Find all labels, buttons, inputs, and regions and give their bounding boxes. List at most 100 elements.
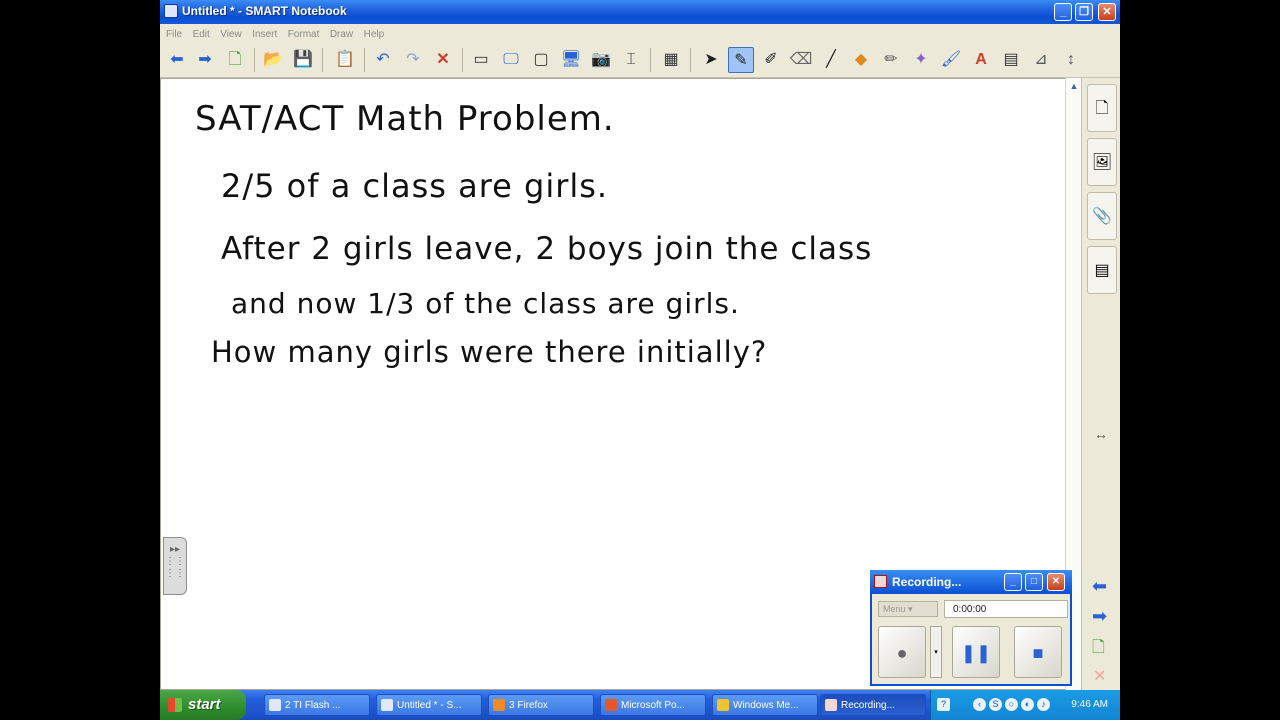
start-button[interactable]: start — [160, 690, 246, 720]
minimize-button[interactable]: _ — [1054, 3, 1072, 21]
toolbar-separator — [322, 48, 323, 72]
record-button[interactable]: ● — [878, 626, 926, 678]
recorder-close-button[interactable]: ✕ — [1047, 573, 1065, 591]
line-icon[interactable]: ╱ — [818, 47, 844, 73]
display-screen-icon[interactable]: 🖥 — [558, 47, 584, 73]
toolbar-separator — [462, 48, 463, 72]
open-folder-icon[interactable]: 📂 — [260, 47, 286, 73]
recorder-minimize-button[interactable]: _ — [1004, 573, 1022, 591]
toolbar-separator — [690, 48, 691, 72]
system-tray: ? ‹ S ○ ◐ ♪ 9:46 AM — [930, 690, 1120, 720]
shape-recognition-pen-icon[interactable]: ✏ — [878, 47, 904, 73]
network-icon[interactable]: ‹ — [973, 698, 986, 711]
page-sorter-tab-icon[interactable]: 🗋 — [1087, 84, 1117, 132]
add-page-icon[interactable]: 🗋 — [222, 47, 248, 73]
recorder-menu-dropdown[interactable]: Menu ▾ — [878, 601, 938, 617]
undo-icon[interactable]: ↶ — [370, 47, 396, 73]
gallery-tab-icon[interactable]: 🖼 — [1087, 138, 1117, 186]
measurement-tools-icon[interactable]: ⊿ — [1028, 47, 1054, 73]
creative-pen-icon[interactable]: ✐ — [758, 47, 784, 73]
tray-icon[interactable]: ○ — [1005, 698, 1018, 711]
notebook-icon — [381, 699, 393, 711]
recorder-menu-label: Menu — [883, 604, 906, 614]
ti-flash-icon — [269, 699, 281, 711]
table-icon[interactable]: ▦ — [658, 47, 684, 73]
tray-icon[interactable]: S — [989, 698, 1002, 711]
redo-icon[interactable]: ↷ — [400, 47, 426, 73]
back-icon[interactable]: ⬅ — [164, 47, 190, 73]
paste-icon[interactable]: 📋 — [332, 47, 358, 73]
transparent-bg-icon[interactable]: ▢ — [528, 47, 554, 73]
taskbar-item[interactable]: Recording... — [820, 694, 926, 716]
smart-notebook-window: Untitled * - SMART Notebook _ ❐ ✕ File E… — [160, 0, 1120, 720]
menu-insert[interactable]: Insert — [252, 26, 277, 40]
menu-file[interactable]: File — [166, 26, 182, 40]
menu-draw[interactable]: Draw — [330, 26, 353, 40]
menu-help[interactable]: Help — [364, 26, 385, 40]
tray-icon[interactable]: ◐ — [1021, 698, 1034, 711]
full-screen-icon[interactable]: 🖵 — [498, 47, 524, 73]
taskbar-item[interactable]: Untitled * - S... — [376, 694, 482, 716]
toolbar-separator — [650, 48, 651, 72]
scroll-up-arrow-icon[interactable]: ▲ — [1067, 79, 1081, 93]
taskbar: start 2 TI Flash ... Untitled * - S... 3… — [160, 690, 1120, 720]
fill-icon[interactable]: 🖌 — [938, 47, 964, 73]
move-sidebar-icon[interactable]: ↔ — [1094, 426, 1108, 442]
attachments-tab-icon[interactable]: 📎 — [1087, 192, 1117, 240]
stop-button[interactable]: ■ — [1014, 626, 1062, 678]
recorder-window: Recording... _ □ ✕ Menu ▾ 0:00:00 ● ▾ ❚❚… — [870, 570, 1072, 686]
toolbar-separator — [254, 48, 255, 72]
taskbar-item[interactable]: Microsoft Po... — [600, 694, 706, 716]
handwritten-line: After 2 girls leave, 2 boys join the cla… — [221, 231, 873, 267]
recorder-taskbar-icon — [825, 699, 837, 711]
delete-page-icon[interactable]: ✕ — [1093, 666, 1106, 686]
shapes-icon[interactable]: ◆ — [848, 47, 874, 73]
delete-icon[interactable]: ✕ — [430, 47, 456, 73]
forward-icon[interactable]: ➡ — [192, 47, 218, 73]
taskbar-item[interactable]: 3 Firefox — [488, 694, 594, 716]
properties-tab-icon[interactable]: ▤ — [1087, 246, 1117, 294]
previous-page-icon[interactable]: ⬅ — [1092, 576, 1107, 597]
properties-icon[interactable]: ▤ — [998, 47, 1024, 73]
eraser-icon[interactable]: ⌫ — [788, 47, 814, 73]
windows-media-icon — [717, 699, 729, 711]
recorder-icon — [874, 575, 887, 588]
handwritten-line: 2/5 of a class are girls. — [221, 167, 609, 205]
taskbar-item-label: Untitled * - S... — [397, 700, 462, 711]
document-camera-icon[interactable]: ⌶ — [618, 47, 644, 73]
recorder-timer: 0:00:00 — [944, 600, 1068, 618]
taskbar-item-label: Recording... — [841, 700, 895, 711]
menu-format[interactable]: Format — [288, 26, 320, 40]
start-label: start — [188, 696, 221, 713]
screen-shade-icon[interactable]: ▭ — [468, 47, 494, 73]
select-arrow-icon[interactable]: ➤ — [698, 47, 724, 73]
pause-button[interactable]: ❚❚ — [952, 626, 1000, 678]
taskbar-item[interactable]: Windows Me... — [712, 694, 818, 716]
page-sorter-handle[interactable]: ▸▸ ⋮⋮ ⋮⋮ — [163, 537, 187, 595]
menu-view[interactable]: View — [220, 26, 242, 40]
toolbar-position-icon[interactable]: ↕ — [1058, 47, 1084, 73]
side-tab-bar: 🗋 🖼 📎 ▤ ↔ ⬅ ➡ 🗋 ✕ — [1081, 78, 1120, 690]
help-icon[interactable]: ? — [937, 698, 950, 711]
menu-edit[interactable]: Edit — [193, 26, 210, 40]
toolbar-separator — [364, 48, 365, 72]
record-options-dropdown[interactable]: ▾ — [930, 626, 942, 678]
camera-icon[interactable]: 📷 — [588, 47, 614, 73]
taskbar-item-label: Microsoft Po... — [621, 700, 685, 711]
pen-icon[interactable]: ✎ — [728, 47, 754, 73]
taskbar-item-label: Windows Me... — [733, 700, 799, 711]
text-icon[interactable]: A — [968, 47, 994, 73]
save-icon[interactable]: 💾 — [290, 47, 316, 73]
maximize-button[interactable]: ❐ — [1075, 3, 1093, 21]
toolbar: ⬅ ➡ 🗋 📂 💾 📋 ↶ ↷ ✕ ▭ 🖵 ▢ 🖥 📷 ⌶ ▦ ➤ ✎ ✐ ⌫ … — [160, 42, 1120, 78]
firefox-icon — [493, 699, 505, 711]
recorder-maximize-button[interactable]: □ — [1025, 573, 1043, 591]
next-page-icon[interactable]: ➡ — [1092, 606, 1107, 627]
window-title: Untitled * - SMART Notebook — [182, 4, 347, 18]
volume-icon[interactable]: ♪ — [1037, 698, 1050, 711]
app-icon — [164, 4, 178, 18]
magic-pen-icon[interactable]: ✦ — [908, 47, 934, 73]
close-button[interactable]: ✕ — [1098, 3, 1116, 21]
add-page-side-icon[interactable]: 🗋 — [1092, 636, 1105, 663]
taskbar-item[interactable]: 2 TI Flash ... — [264, 694, 370, 716]
